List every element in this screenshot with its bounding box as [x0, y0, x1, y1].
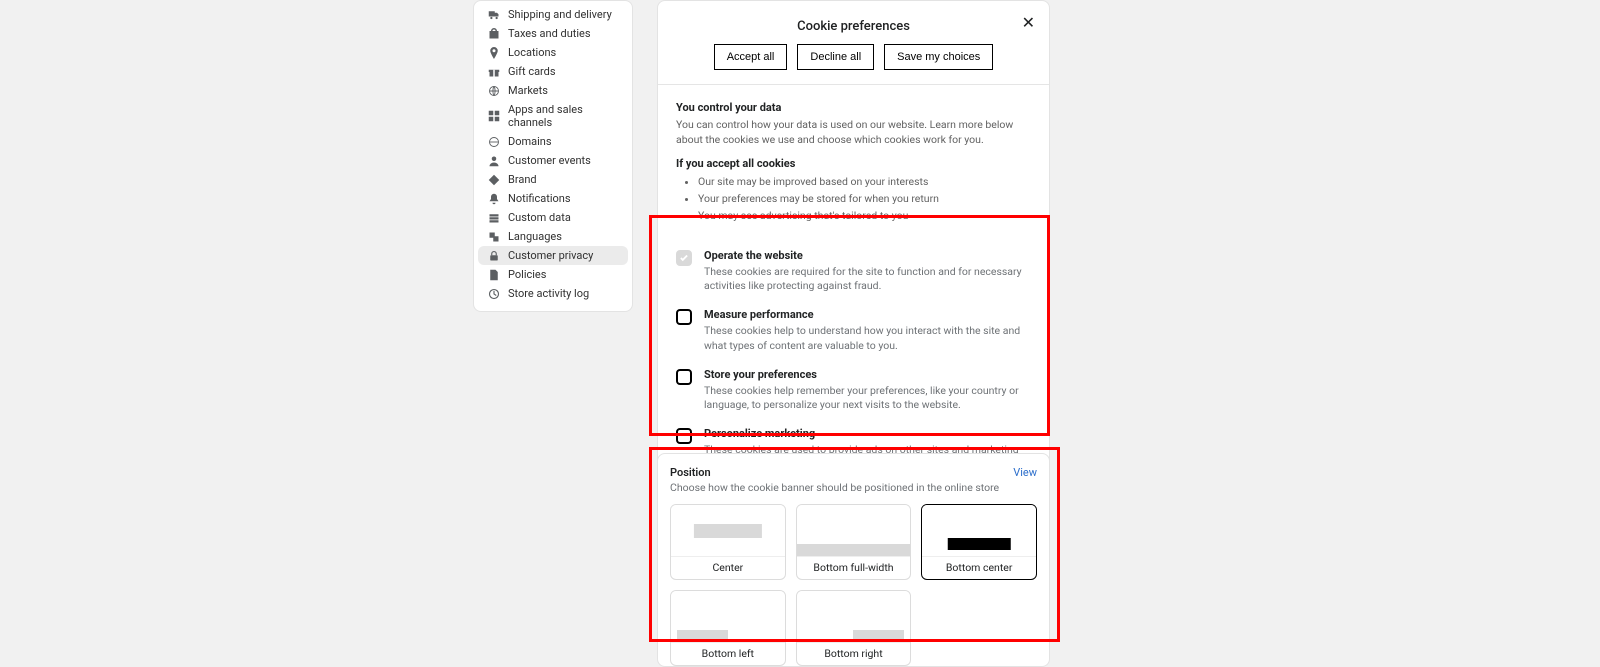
data-icon	[488, 212, 500, 224]
sidebar-item-label: Brand	[508, 173, 537, 186]
category-title: Measure performance	[704, 308, 1031, 321]
sidebar-item-taxes[interactable]: Taxes and duties	[478, 24, 628, 43]
checkbox-marketing[interactable]	[676, 428, 692, 444]
close-icon[interactable]: ✕	[1022, 15, 1035, 31]
position-option-bottom-center[interactable]: Bottom center	[921, 504, 1037, 580]
sidebar-item-shipping[interactable]: Shipping and delivery	[478, 5, 628, 24]
sidebar-item-label: Locations	[508, 46, 556, 59]
document-icon	[488, 269, 500, 281]
gift-icon	[488, 66, 500, 78]
sidebar-item-apps[interactable]: Apps and sales channels	[478, 100, 628, 132]
sidebar-item-languages[interactable]: Languages	[478, 227, 628, 246]
category-preferences: Store your preferences These cookies hel…	[676, 362, 1031, 421]
pin-icon	[488, 47, 500, 59]
position-option-label: Bottom left	[671, 642, 785, 665]
sidebar-item-label: Domains	[508, 135, 552, 148]
bag-icon	[488, 28, 500, 40]
cookie-panel-header: ✕ Cookie preferences Accept all Decline …	[658, 1, 1049, 85]
settings-sidebar: Shipping and delivery Taxes and duties L…	[473, 0, 633, 312]
text-you-control: You can control how your data is used on…	[676, 118, 1031, 147]
sidebar-item-activity-log[interactable]: Store activity log	[478, 284, 628, 303]
heading-if-accept: If you accept all cookies	[676, 157, 1031, 170]
cookie-panel-title: Cookie preferences	[674, 19, 1033, 34]
sidebar-item-customer-events[interactable]: Customer events	[478, 151, 628, 170]
language-icon	[488, 231, 500, 243]
heading-you-control: You control your data	[676, 101, 1031, 114]
sidebar-item-label: Gift cards	[508, 65, 556, 78]
position-option-bottom-full[interactable]: Bottom full-width	[796, 504, 912, 580]
position-title: Position	[670, 466, 711, 479]
domain-icon	[488, 136, 500, 148]
category-title: Operate the website	[704, 249, 1031, 262]
sidebar-item-domains[interactable]: Domains	[478, 132, 628, 151]
cookie-button-row: Accept all Decline all Save my choices	[674, 44, 1033, 70]
category-title: Store your preferences	[704, 368, 1031, 381]
lock-icon	[488, 250, 500, 262]
category-operate: Operate the website These cookies are re…	[676, 243, 1031, 302]
clock-icon	[488, 288, 500, 300]
category-title: Personalize marketing	[704, 427, 1031, 440]
sidebar-item-label: Notifications	[508, 192, 571, 205]
position-option-label: Bottom center	[922, 556, 1036, 579]
position-options-grid: Center Bottom full-width Bottom center B…	[670, 504, 1037, 666]
position-option-bottom-right[interactable]: Bottom right	[796, 590, 912, 666]
category-desc: These cookies are required for the site …	[704, 265, 1031, 294]
sidebar-item-label: Apps and sales channels	[508, 103, 618, 129]
checkbox-operate	[676, 250, 692, 266]
position-option-center[interactable]: Center	[670, 504, 786, 580]
position-option-label: Bottom right	[797, 642, 911, 665]
sidebar-item-label: Customer events	[508, 154, 591, 167]
diamond-icon	[488, 174, 500, 186]
decline-all-button[interactable]: Decline all	[797, 44, 874, 70]
bell-icon	[488, 193, 500, 205]
position-option-label: Bottom full-width	[797, 556, 911, 579]
position-subtitle: Choose how the cookie banner should be p…	[670, 481, 1037, 494]
sidebar-item-policies[interactable]: Policies	[478, 265, 628, 284]
sidebar-item-notifications[interactable]: Notifications	[478, 189, 628, 208]
bullet-item: You may see advertising that's tailored …	[698, 208, 1031, 225]
sidebar-item-label: Shipping and delivery	[508, 8, 612, 21]
checkbox-measure[interactable]	[676, 309, 692, 325]
bullet-item: Your preferences may be stored for when …	[698, 191, 1031, 208]
category-desc: These cookies help to understand how you…	[704, 324, 1031, 353]
sidebar-item-locations[interactable]: Locations	[478, 43, 628, 62]
cookie-panel-body: You control your data You can control ho…	[658, 85, 1049, 239]
category-desc: These cookies help remember your prefere…	[704, 384, 1031, 413]
accept-bullets: Our site may be improved based on your i…	[676, 174, 1031, 224]
view-link[interactable]: View	[1013, 466, 1037, 479]
accept-all-button[interactable]: Accept all	[714, 44, 788, 70]
position-option-bottom-left[interactable]: Bottom left	[670, 590, 786, 666]
category-measure: Measure performance These cookies help t…	[676, 302, 1031, 361]
sidebar-item-label: Customer privacy	[508, 249, 593, 262]
sidebar-item-brand[interactable]: Brand	[478, 170, 628, 189]
sidebar-item-label: Taxes and duties	[508, 27, 591, 40]
sidebar-item-custom-data[interactable]: Custom data	[478, 208, 628, 227]
grid-icon	[488, 110, 500, 122]
cookie-preferences-panel: ✕ Cookie preferences Accept all Decline …	[657, 0, 1050, 495]
position-panel: Position View Choose how the cookie bann…	[657, 453, 1050, 667]
sidebar-item-label: Markets	[508, 84, 548, 97]
sidebar-item-label: Policies	[508, 268, 546, 281]
truck-icon	[488, 9, 500, 21]
save-choices-button[interactable]: Save my choices	[884, 44, 993, 70]
bullet-item: Our site may be improved based on your i…	[698, 174, 1031, 191]
sidebar-item-label: Custom data	[508, 211, 571, 224]
sidebar-item-giftcards[interactable]: Gift cards	[478, 62, 628, 81]
position-option-label: Center	[671, 556, 785, 579]
person-icon	[488, 155, 500, 167]
checkbox-preferences[interactable]	[676, 369, 692, 385]
sidebar-item-customer-privacy[interactable]: Customer privacy	[478, 246, 628, 265]
sidebar-item-label: Store activity log	[508, 287, 589, 300]
sidebar-item-label: Languages	[508, 230, 562, 243]
globe-icon	[488, 85, 500, 97]
sidebar-item-markets[interactable]: Markets	[478, 81, 628, 100]
